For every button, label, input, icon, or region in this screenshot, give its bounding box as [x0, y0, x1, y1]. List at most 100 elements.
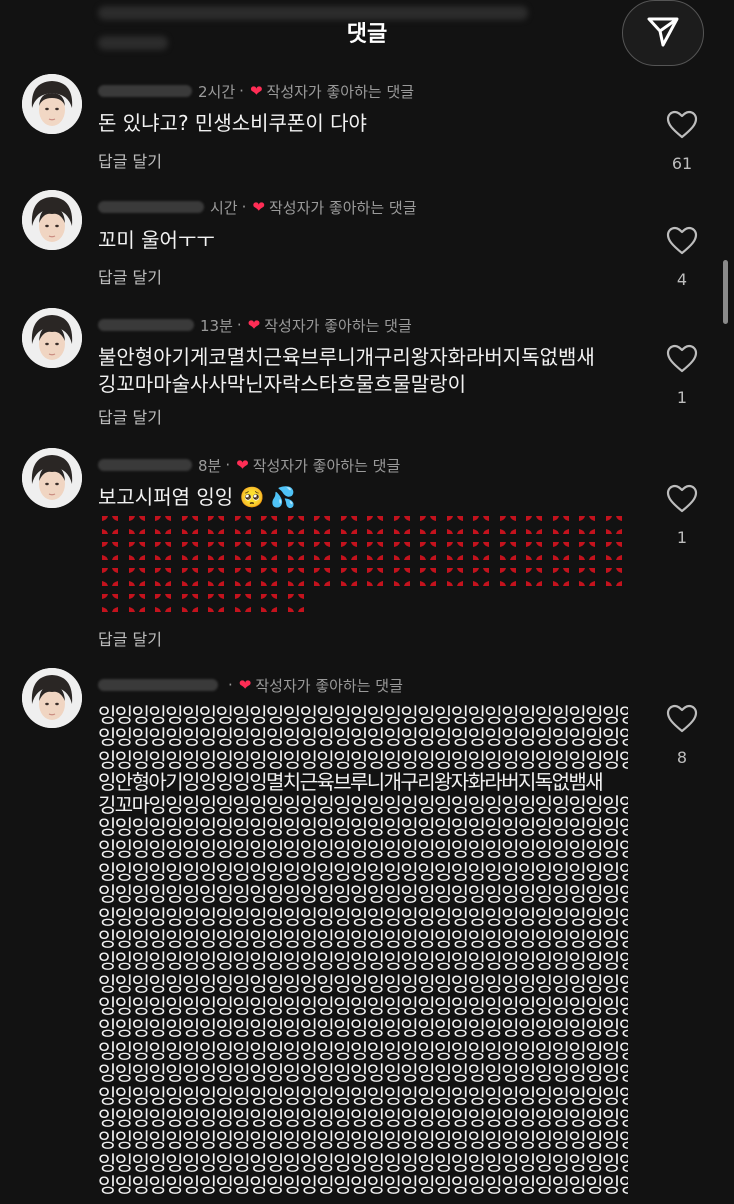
creator-liked-badge: 작성자가 좋아하는 댓글: [255, 676, 403, 695]
like-count: 1: [676, 388, 688, 407]
separator-dot: ·: [228, 676, 233, 694]
comment-text-line: 잉잉잉잉잉잉잉잉잉잉잉잉잉잉잉잉잉잉잉잉잉잉잉잉잉잉잉잉잉잉잉잉잉잉잉잉잉잉잉잉…: [98, 1150, 628, 1175]
comment-time: 시간: [210, 198, 238, 217]
avatar[interactable]: [22, 668, 82, 728]
comment-text-line: 잉잉잉잉잉잉잉잉잉잉잉잉잉잉잉잉잉잉잉잉잉잉잉잉잉잉잉잉잉잉잉잉잉잉잉잉잉잉잉잉…: [98, 725, 628, 750]
anger-symbol-icon: [524, 566, 544, 588]
comment-text-line: 잉잉잉잉잉잉잉잉잉잉잉잉잉잉잉잉잉잉잉잉잉잉잉잉잉잉잉잉잉잉잉잉잉잉잉잉잉잉잉잉…: [98, 1016, 628, 1041]
comment-text-line: 잉안형아기잉잉잉잉잉멸치근육브루니개구리왕자화라버지독없뱀새: [98, 770, 604, 795]
anger-symbol-icon: [418, 540, 438, 562]
comment-text-line: 잉잉잉잉잉잉잉잉잉잉잉잉잉잉잉잉잉잉잉잉잉잉잉잉잉잉잉잉잉잉잉잉잉잉잉잉잉잉잉잉…: [98, 859, 628, 884]
anger-symbol-icon: [206, 566, 226, 588]
anger-emoji-grid: [100, 514, 622, 618]
anger-symbol-icon: [206, 514, 226, 536]
anger-symbol-icon: [577, 540, 597, 562]
anger-symbol-icon: [127, 540, 147, 562]
anger-symbol-icon: [127, 514, 147, 536]
like-count: 1: [676, 528, 688, 547]
comment-text: 돈 있냐고? 민생소비쿠폰이 다야: [98, 111, 367, 135]
anger-symbol-icon: [100, 514, 120, 536]
like-group: 61: [660, 110, 704, 173]
anger-symbol-icon: [445, 566, 465, 588]
anger-symbol-icon: [127, 592, 147, 614]
heart-outline-icon[interactable]: [666, 484, 698, 518]
anger-symbol-icon: [100, 540, 120, 562]
like-group: 8: [660, 704, 704, 767]
anger-symbol-icon: [259, 566, 279, 588]
heart-badge-icon: ❤: [238, 676, 252, 694]
like-count: 8: [676, 748, 688, 767]
creator-liked-badge: 작성자가 좋아하는 댓글: [268, 198, 417, 217]
anger-symbol-icon: [206, 592, 226, 614]
comment-text-line: 깅꼬마잉잉잉잉잉잉잉잉잉잉잉잉잉잉잉잉잉잉잉잉잉잉잉잉잉잉잉잉잉잉잉잉잉잉잉잉잉…: [98, 792, 628, 817]
anger-symbol-icon: [339, 566, 359, 588]
comment-text: 꼬미 울어ㅜㅜ: [98, 228, 215, 252]
heart-outline-icon[interactable]: [666, 704, 698, 738]
comment-meta: 2시간 · ❤ 작성자가 좋아하는 댓글: [98, 80, 414, 102]
creator-liked-badge: 작성자가 좋아하는 댓글: [266, 82, 415, 101]
send-button[interactable]: [622, 0, 704, 66]
heart-outline-icon[interactable]: [666, 226, 698, 260]
comment-text-line: 잉잉잉잉잉잉잉잉잉잉잉잉잉잉잉잉잉잉잉잉잉잉잉잉잉잉잉잉잉잉잉잉잉잉잉잉잉잉잉잉…: [98, 814, 628, 839]
comment-text-line: 잉잉잉잉잉잉잉잉잉잉잉잉잉잉잉잉잉잉잉잉잉잉잉잉잉잉잉잉잉잉잉잉잉잉잉잉잉잉잉잉…: [98, 971, 628, 996]
avatar[interactable]: [22, 190, 82, 250]
reply-button[interactable]: 답글 달기: [98, 404, 162, 428]
anger-symbol-icon: [577, 514, 597, 536]
comment-text-line: 잉잉잉잉잉잉잉잉잉잉잉잉잉잉잉잉잉잉잉잉잉잉잉잉잉잉잉잉잉잉잉잉잉잉잉잉잉잉잉잉…: [98, 1173, 628, 1198]
anger-symbol-icon: [471, 566, 491, 588]
anger-symbol-icon: [259, 592, 279, 614]
comment-text-line: 잉잉잉잉잉잉잉잉잉잉잉잉잉잉잉잉잉잉잉잉잉잉잉잉잉잉잉잉잉잉잉잉잉잉잉잉잉잉잉잉…: [98, 837, 628, 862]
anger-symbol-icon: [312, 566, 332, 588]
reply-button[interactable]: 답글 달기: [98, 264, 162, 288]
blurred-username: [98, 319, 194, 331]
anger-symbol-icon: [551, 566, 571, 588]
anger-symbol-icon: [180, 540, 200, 562]
anger-symbol-icon: [286, 592, 306, 614]
anger-symbol-icon: [339, 514, 359, 536]
anger-symbol-icon: [180, 514, 200, 536]
avatar[interactable]: [22, 448, 82, 508]
comment-text-line: 잉잉잉잉잉잉잉잉잉잉잉잉잉잉잉잉잉잉잉잉잉잉잉잉잉잉잉잉잉잉잉잉잉잉잉잉잉잉잉잉…: [98, 1038, 628, 1063]
avatar[interactable]: [22, 74, 82, 134]
avatar[interactable]: [22, 308, 82, 368]
separator-dot: ·: [241, 198, 247, 216]
send-paper-plane-icon: [643, 11, 683, 55]
anger-symbol-icon: [153, 540, 173, 562]
anger-symbol-icon: [604, 514, 624, 536]
anger-symbol-icon: [471, 540, 491, 562]
anger-symbol-icon: [180, 566, 200, 588]
heart-badge-icon: ❤: [249, 82, 263, 100]
anger-symbol-icon: [392, 566, 412, 588]
anger-symbol-icon: [445, 540, 465, 562]
anger-symbol-icon: [498, 514, 518, 536]
comment-text-line: 잉잉잉잉잉잉잉잉잉잉잉잉잉잉잉잉잉잉잉잉잉잉잉잉잉잉잉잉잉잉잉잉잉잉잉잉잉잉잉잉…: [98, 904, 628, 929]
comment-text-line: 깅꼬마마술사사막닌자락스타흐물흐물말랑이: [98, 372, 466, 396]
comment-time: 8분: [198, 456, 222, 475]
heart-outline-icon[interactable]: [666, 110, 698, 144]
comment-text-line: 잉잉잉잉잉잉잉잉잉잉잉잉잉잉잉잉잉잉잉잉잉잉잉잉잉잉잉잉잉잉잉잉잉잉잉잉잉잉잉잉…: [98, 994, 628, 1019]
anger-symbol-icon: [604, 566, 624, 588]
anger-symbol-icon: [418, 514, 438, 536]
reply-button[interactable]: 답글 달기: [98, 626, 162, 650]
blurred-username: [98, 459, 192, 471]
heart-outline-icon[interactable]: [666, 344, 698, 378]
anger-symbol-icon: [445, 514, 465, 536]
anger-emoji-row: [100, 540, 622, 566]
anger-symbol-icon: [259, 540, 279, 562]
anger-symbol-icon: [524, 540, 544, 562]
anger-symbol-icon: [233, 566, 253, 588]
like-count: 61: [671, 154, 693, 173]
anger-symbol-icon: [312, 540, 332, 562]
anger-emoji-row: [100, 514, 622, 540]
like-group: 1: [660, 344, 704, 407]
blurred-username: [98, 679, 218, 691]
scrollbar[interactable]: [723, 260, 728, 324]
anger-emoji-row: [100, 566, 622, 592]
anger-symbol-icon: [498, 540, 518, 562]
anger-symbol-icon: [153, 514, 173, 536]
reply-button[interactable]: 답글 달기: [98, 148, 162, 172]
anger-symbol-icon: [339, 540, 359, 562]
creator-liked-badge: 작성자가 좋아하는 댓글: [252, 456, 401, 475]
comment-text-line: 잉잉잉잉잉잉잉잉잉잉잉잉잉잉잉잉잉잉잉잉잉잉잉잉잉잉잉잉잉잉잉잉잉잉잉잉잉잉잉잉…: [98, 926, 628, 951]
anger-symbol-icon: [127, 566, 147, 588]
